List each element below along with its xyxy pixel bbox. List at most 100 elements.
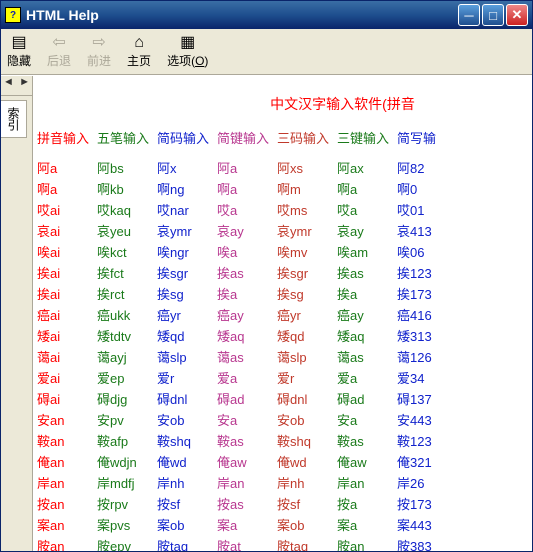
options-icon: ▦ <box>180 34 195 52</box>
table-cell: 碍137 <box>397 388 457 409</box>
table-row: 癌ai癌ukk癌yr癌ay癌yr癌ay癌416 <box>37 304 457 325</box>
table-cell: 按sf <box>277 493 337 514</box>
table-cell: 挨123 <box>397 262 457 283</box>
table-row: 矮ai矮tdtv矮qd矮aq矮qd矮aq矮313 <box>37 325 457 346</box>
table-row: 案an案pvs案ob案a案ob案a案443 <box>37 514 457 535</box>
table-cell: 哎ms <box>277 199 337 220</box>
table-cell: 啊a <box>337 178 397 199</box>
table-cell: 哎ai <box>37 199 97 220</box>
table-cell: 阿a <box>37 157 97 178</box>
table-cell: 安443 <box>397 409 457 430</box>
column-header[interactable]: 简码输入 <box>157 128 217 147</box>
table-cell: 挨sg <box>157 283 217 304</box>
table-cell: 挨fct <box>97 262 157 283</box>
table-cell: 哎kaq <box>97 199 157 220</box>
table-cell: 癌ay <box>337 304 397 325</box>
table-cell: 鞍afp <box>97 430 157 451</box>
table-cell: 蔼ayj <box>97 346 157 367</box>
table-cell: 唉ngr <box>157 241 217 262</box>
table-cell: 矮qd <box>157 325 217 346</box>
column-header[interactable]: 拼音输入 <box>37 128 97 147</box>
maximize-button[interactable]: □ <box>482 4 504 26</box>
table-cell: 啊ng <box>157 178 217 199</box>
table-cell: 胺383 <box>397 535 457 551</box>
table-cell: 挨as <box>337 262 397 283</box>
hide-button[interactable]: ▤ 隐藏 <box>7 34 31 69</box>
table-cell: 矮tdtv <box>97 325 157 346</box>
table-cell: 安an <box>37 409 97 430</box>
table-cell: 啊a <box>217 178 277 199</box>
table-cell: 爱34 <box>397 367 457 388</box>
table-cell: 碍ad <box>217 388 277 409</box>
nav-arrows[interactable]: ◄► <box>1 76 32 96</box>
options-button[interactable]: ▦ 选项(O) <box>167 34 208 69</box>
table-cell: 碍ai <box>37 388 97 409</box>
table-cell: 按rpv <box>97 493 157 514</box>
table-row: 鞍an鞍afp鞍shq鞍as鞍shq鞍as鞍123 <box>37 430 457 451</box>
table-cell: 癌ukk <box>97 304 157 325</box>
table-row: 安an安pv安ob安a安ob安a安443 <box>37 409 457 430</box>
table-cell: 安pv <box>97 409 157 430</box>
table-cell: 唉a <box>217 241 277 262</box>
table-cell: 按173 <box>397 493 457 514</box>
table-cell: 啊kb <box>97 178 157 199</box>
close-button[interactable]: ✕ <box>506 4 528 26</box>
table-row: 挨ai挨rct挨sg挨a挨sg挨a挨173 <box>37 283 457 304</box>
table-cell: 碍dnl <box>157 388 217 409</box>
home-button[interactable]: ⌂ 主页 <box>127 34 151 69</box>
column-header[interactable]: 简写输 <box>397 128 457 147</box>
table-cell: 胺an <box>37 535 97 551</box>
toolbar: ▤ 隐藏 ⇦ 后退 ⇨ 前进 ⌂ 主页 ▦ 选项(O) <box>1 29 532 75</box>
table-row: 挨ai挨fct挨sgr挨as挨sgr挨as挨123 <box>37 262 457 283</box>
table-row: 哎ai哎kaq哎nar哎a哎ms哎a哎01 <box>37 199 457 220</box>
table-cell: 胺at <box>217 535 277 551</box>
table-cell: 挨ai <box>37 262 97 283</box>
table-cell: 安ob <box>277 409 337 430</box>
table-cell: 案a <box>337 514 397 535</box>
table-cell: 矮aq <box>217 325 277 346</box>
ime-table: 阿a阿bs阿x阿a阿xs阿ax阿82啊a啊kb啊ng啊a啊m啊a啊0哎ai哎ka… <box>37 157 457 551</box>
table-cell: 挨a <box>217 283 277 304</box>
table-cell: 安a <box>217 409 277 430</box>
table-cell: 爱ai <box>37 367 97 388</box>
table-cell: 挨rct <box>97 283 157 304</box>
table-cell: 俺321 <box>397 451 457 472</box>
table-cell: 挨ai <box>37 283 97 304</box>
table-cell: 案ob <box>157 514 217 535</box>
table-cell: 唉mv <box>277 241 337 262</box>
titlebar: ? HTML Help ─ □ ✕ <box>1 1 532 29</box>
table-cell: 按as <box>217 493 277 514</box>
table-row: 按an按rpv按sf按as按sf按a按173 <box>37 493 457 514</box>
table-cell: 唉ai <box>37 241 97 262</box>
column-header[interactable]: 五笔输入 <box>97 128 157 147</box>
help-icon: ? <box>5 7 21 23</box>
table-cell: 鞍shq <box>157 430 217 451</box>
table-cell: 爱a <box>337 367 397 388</box>
forward-icon: ⇨ <box>92 34 105 52</box>
table-cell: 癌ai <box>37 304 97 325</box>
table-cell: 哀ay <box>337 220 397 241</box>
table-cell: 碍djg <box>97 388 157 409</box>
table-row: 哀ai哀yeu哀ymr哀ay哀ymr哀ay哀413 <box>37 220 457 241</box>
table-cell: 案ob <box>277 514 337 535</box>
table-row: 啊a啊kb啊ng啊a啊m啊a啊0 <box>37 178 457 199</box>
table-row: 俺an俺wdjn俺wd俺aw俺wd俺aw俺321 <box>37 451 457 472</box>
back-button[interactable]: ⇦ 后退 <box>47 34 71 69</box>
index-tab[interactable]: 索引 <box>1 100 27 138</box>
table-cell: 唉am <box>337 241 397 262</box>
table-cell: 哀ymr <box>277 220 337 241</box>
column-header[interactable]: 三码输入 <box>277 128 337 147</box>
table-cell: 矮aq <box>337 325 397 346</box>
minimize-button[interactable]: ─ <box>458 4 480 26</box>
forward-button[interactable]: ⇨ 前进 <box>87 34 111 69</box>
table-row: 阿a阿bs阿x阿a阿xs阿ax阿82 <box>37 157 457 178</box>
table-cell: 挨sg <box>277 283 337 304</box>
table-cell: 哀ai <box>37 220 97 241</box>
table-cell: 俺aw <box>217 451 277 472</box>
table-cell: 蔼ai <box>37 346 97 367</box>
column-header[interactable]: 三键输入 <box>337 128 397 147</box>
table-cell: 啊m <box>277 178 337 199</box>
table-cell: 鞍an <box>37 430 97 451</box>
column-header[interactable]: 简键输入 <box>217 128 277 147</box>
table-cell: 按a <box>337 493 397 514</box>
